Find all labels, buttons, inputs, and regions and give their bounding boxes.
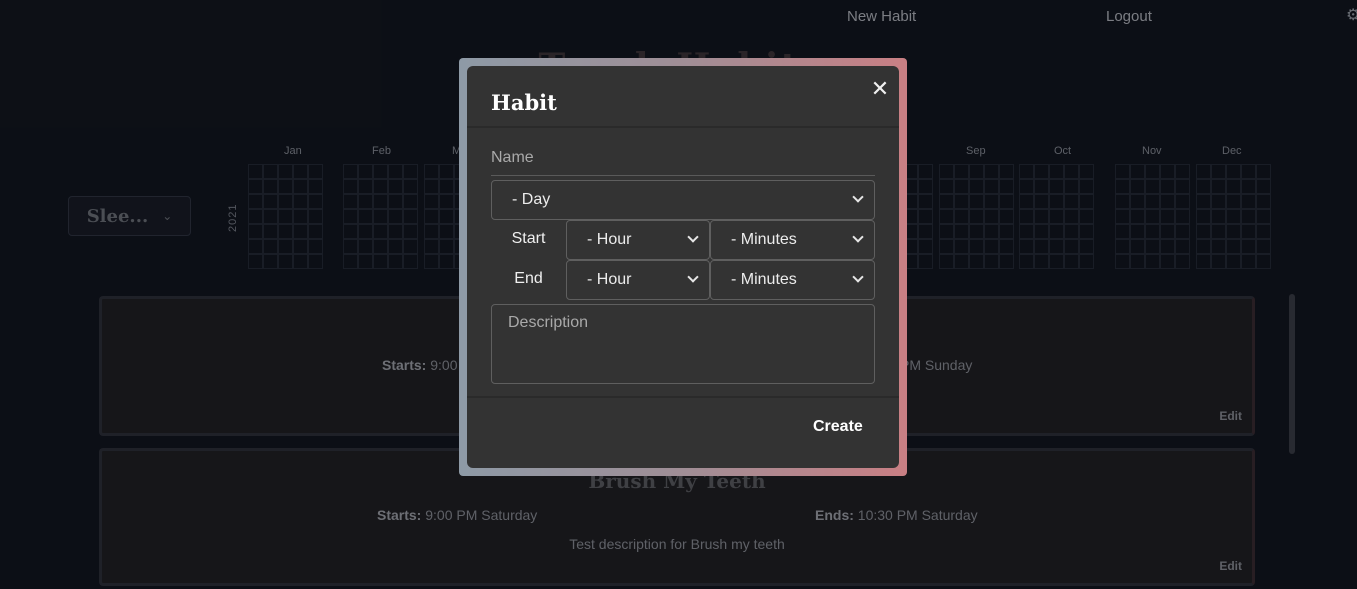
start-hour-value: - Hour (587, 231, 632, 248)
day-select-value: - Day (512, 191, 551, 208)
create-button[interactable]: Create (813, 418, 863, 436)
start-minutes-value: - Minutes (731, 231, 797, 248)
end-label: End (514, 270, 543, 287)
divider (467, 126, 899, 128)
end-minutes-select[interactable]: - Minutes (710, 260, 875, 300)
end-minutes-value: - Minutes (731, 271, 797, 288)
chevron-down-icon (852, 191, 864, 203)
chevron-down-icon (852, 231, 864, 243)
chevron-down-icon (687, 231, 699, 243)
chevron-down-icon (852, 271, 864, 283)
divider (467, 396, 899, 398)
habit-modal-frame: Habit ✕ - Day Start - Hour - Minutes End… (459, 58, 907, 476)
start-hour-select[interactable]: - Hour (566, 220, 710, 260)
end-hour-select[interactable]: - Hour (566, 260, 710, 300)
habit-modal: Habit ✕ - Day Start - Hour - Minutes End… (467, 66, 899, 468)
close-icon[interactable]: ✕ (870, 78, 890, 100)
modal-title: Habit (491, 90, 557, 115)
description-textarea[interactable] (491, 304, 875, 384)
day-select[interactable]: - Day (491, 180, 875, 220)
name-input[interactable] (491, 140, 875, 176)
end-hour-value: - Hour (587, 271, 632, 288)
chevron-down-icon (687, 271, 699, 283)
start-label: Start (511, 230, 546, 247)
start-minutes-select[interactable]: - Minutes (710, 220, 875, 260)
